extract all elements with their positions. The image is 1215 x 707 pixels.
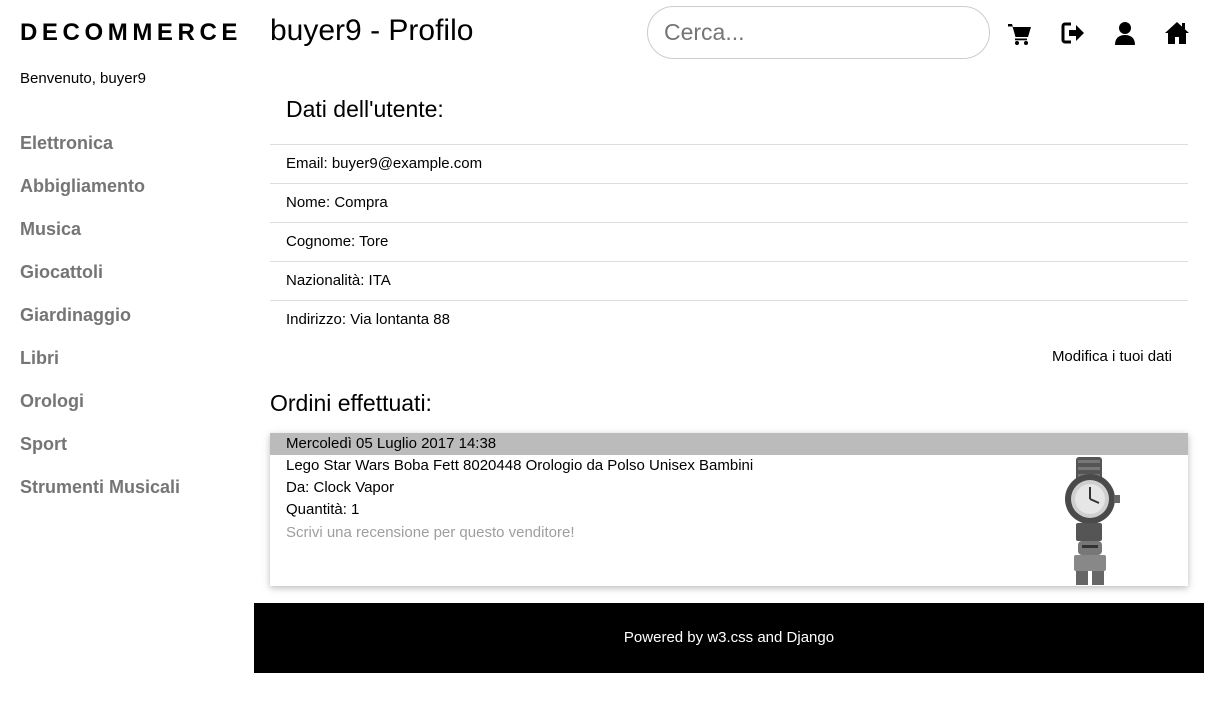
product-image[interactable]: [1054, 457, 1126, 585]
user-data-heading: Dati dell'utente:: [286, 96, 444, 122]
category-elettronica[interactable]: Elettronica: [20, 130, 180, 173]
page-title: buyer9 - Profilo: [270, 14, 474, 47]
sign-out-icon[interactable]: [1060, 20, 1086, 46]
user-icon[interactable]: [1112, 20, 1138, 46]
order-card: Mercoledì 05 Luglio 2017 14:38 Lego Star…: [270, 433, 1188, 586]
order-seller-prefix: Da:: [286, 479, 310, 496]
category-strumenti-musicali[interactable]: Strumenti Musicali: [20, 474, 180, 517]
home-icon[interactable]: [1164, 20, 1190, 46]
footer-w3css-link[interactable]: w3.css: [707, 629, 753, 646]
order-seller: Da: Clock Vapor: [286, 477, 1172, 499]
order-product-link[interactable]: Lego Star Wars Boba Fett 8020448 Orologi…: [286, 457, 753, 474]
order-body: Lego Star Wars Boba Fett 8020448 Orologi…: [270, 455, 1188, 585]
write-review-link[interactable]: Scrivi una recensione per questo vendito…: [286, 522, 1172, 544]
footer: Powered by w3.css and Django: [254, 603, 1204, 673]
category-abbigliamento[interactable]: Abbigliamento: [20, 173, 180, 216]
category-giocattoli[interactable]: Giocattoli: [20, 259, 180, 302]
category-list: Elettronica Abbigliamento Musica Giocatt…: [20, 130, 180, 517]
footer-django-link[interactable]: Django: [787, 629, 835, 646]
category-orologi[interactable]: Orologi: [20, 388, 180, 431]
user-email: Email: buyer9@example.com: [270, 144, 1188, 183]
footer-prefix: Powered by: [623, 629, 704, 646]
edit-profile-link[interactable]: Modifica i tuoi dati: [1052, 348, 1172, 365]
category-sport[interactable]: Sport: [20, 431, 180, 474]
order-quantity: Quantità: 1: [286, 501, 360, 518]
footer-and: and: [757, 629, 783, 646]
user-nazionalita: Nazionalità: ITA: [270, 261, 1188, 300]
sidebar: DECOMMERCE Benvenuto, buyer9 Elettronica…: [0, 0, 254, 707]
welcome-text: Benvenuto, buyer9: [20, 70, 146, 87]
category-giardinaggio[interactable]: Giardinaggio: [20, 302, 180, 345]
user-nome: Nome: Compra: [270, 183, 1188, 222]
orders-title: Ordini effettuati:: [270, 390, 432, 416]
user-data-card: Dati dell'utente: Email: buyer9@example.…: [270, 84, 1188, 365]
order-date: Mercoledì 05 Luglio 2017 14:38: [270, 433, 1188, 455]
user-indirizzo: Indirizzo: Via lontanta 88: [270, 300, 1188, 339]
category-musica[interactable]: Musica: [20, 216, 180, 259]
cart-icon[interactable]: [1007, 20, 1033, 46]
brand-logo[interactable]: DECOMMERCE: [20, 19, 242, 47]
order-seller-link[interactable]: Clock Vapor: [314, 479, 395, 496]
category-libri[interactable]: Libri: [20, 345, 180, 388]
user-cognome: Cognome: Tore: [270, 222, 1188, 261]
search-input[interactable]: [647, 6, 990, 59]
